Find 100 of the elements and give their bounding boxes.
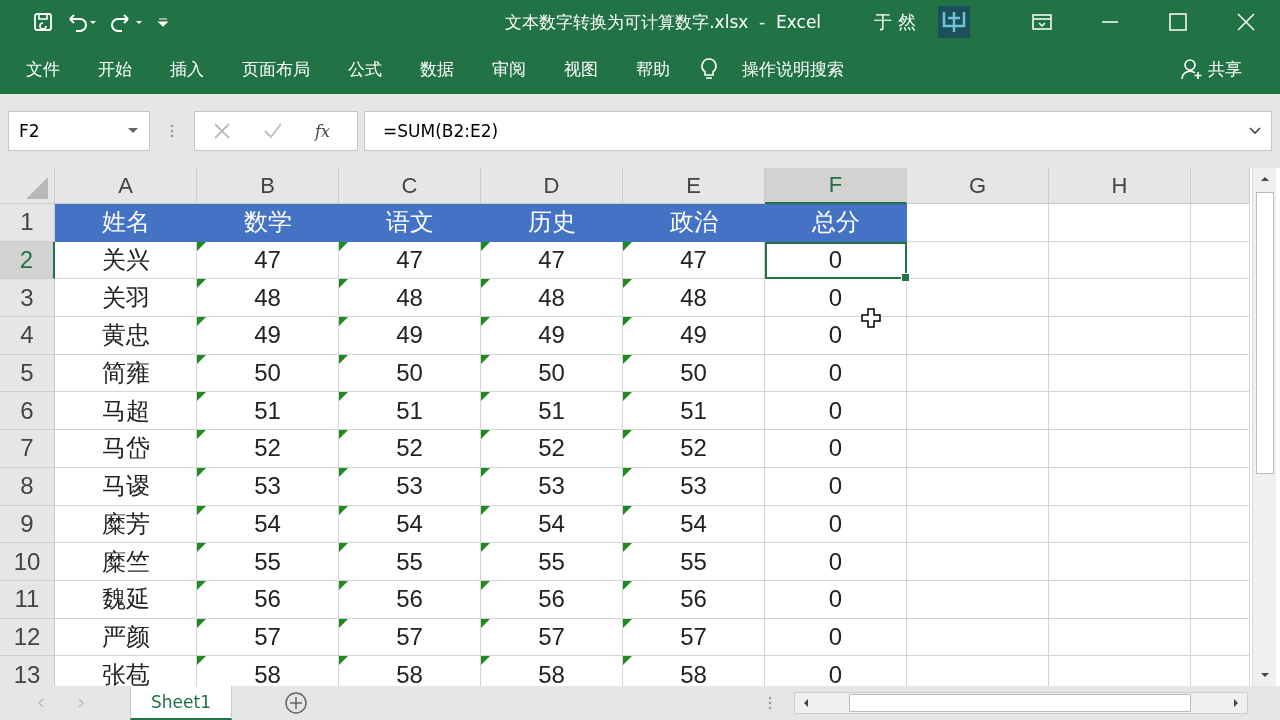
row-header[interactable]: 13 [0,656,55,686]
table-cell: 55 [197,543,339,581]
table-cell: 54 [623,505,765,544]
table-cell: 0 [765,467,907,506]
table-cell: 54 [481,505,623,544]
empty-cell [1191,279,1250,318]
tell-me-search[interactable]: 操作说明搜索 [728,57,858,81]
expand-caret-icon[interactable] [1249,127,1261,135]
table-cell: 57 [623,618,765,657]
row-header[interactable]: 5 [0,354,55,393]
table-cell: 严颜 [55,618,197,657]
ribbon-display-icon[interactable] [1032,13,1052,31]
row-header[interactable]: 6 [0,392,55,431]
table-cell: 51 [197,392,339,431]
table-cell: 47 [481,241,623,280]
table-cell: 56 [339,580,481,619]
table-cell: 0 [765,392,907,431]
share-button[interactable]: 共享 [1204,57,1256,81]
fill-handle[interactable] [901,273,910,283]
horizontal-scrollbar[interactable] [794,692,1248,714]
table-cell: 简雍 [55,354,197,393]
grip-icon [170,123,174,139]
table-cell: 53 [623,467,765,506]
table-cell: 53 [339,467,481,506]
empty-cell [1191,392,1250,431]
empty-cell [1191,580,1250,619]
name-box[interactable]: F2 [8,111,150,151]
table-cell: 51 [339,392,481,431]
check-icon[interactable] [263,122,283,140]
row-header[interactable]: 2 [0,241,55,280]
table-cell: 49 [339,317,481,355]
table-cell: 47 [197,241,339,280]
empty-cell [1191,204,1250,242]
table-cell: 0 [765,580,907,619]
column-header[interactable]: G [907,168,1049,204]
ribbon-tab[interactable]: 文件 [12,57,74,81]
ribbon-tab[interactable]: 开始 [84,57,146,81]
table-cell: 49 [623,317,765,355]
table-cell: 48 [481,279,623,318]
grip-icon [768,695,772,711]
ribbon-tab[interactable]: 视图 [550,57,612,81]
close-icon[interactable] [1236,13,1256,31]
table-cell: 总分 [765,204,907,242]
table-cell: 糜竺 [55,543,197,581]
formula-field[interactable]: =SUM(B2:E2) [364,111,1272,151]
table-cell: 57 [197,618,339,657]
row-header[interactable]: 10 [0,543,55,581]
person-icon[interactable] [1180,57,1204,81]
row-header[interactable]: 1 [0,204,55,242]
ribbon-tab[interactable]: 帮助 [622,57,684,81]
add-sheet-icon[interactable] [284,691,308,715]
empty-cell [1191,317,1250,355]
row-header[interactable]: 3 [0,279,55,318]
table-cell: 57 [481,618,623,657]
empty-cell [1191,618,1250,657]
table-cell: 语文 [339,204,481,242]
table-cell: 53 [481,467,623,506]
table-cell: 56 [623,580,765,619]
table-cell: 马谡 [55,467,197,506]
table-cell: 0 [765,618,907,657]
column-header[interactable]: F [765,168,907,204]
table-cell: 52 [481,430,623,468]
table-cell: 关羽 [55,279,197,318]
maximize-icon[interactable] [1168,13,1188,31]
insert-function-button[interactable]: fx [315,121,330,141]
table-cell: 47 [623,241,765,280]
row-header[interactable]: 9 [0,505,55,544]
sheet-tab[interactable]: Sheet1 [130,686,232,720]
row-header[interactable]: 11 [0,580,55,619]
ribbon-tab[interactable]: 数据 [406,57,468,81]
table-cell: 黄忠 [55,317,197,355]
row-header[interactable]: 4 [0,317,55,355]
table-cell: 49 [481,317,623,355]
table-cell: 51 [623,392,765,431]
table-cell: 55 [481,543,623,581]
ribbon-tab[interactable]: 公式 [334,57,396,81]
save-icon[interactable] [32,11,54,33]
column-header[interactable]: H [1049,168,1191,204]
ribbon-tab[interactable]: 页面布局 [228,57,324,81]
table-cell: 57 [339,618,481,657]
window-title: 文本数字转换为可计算数字.xlsx - Excel [504,10,823,34]
table-cell: 52 [197,430,339,468]
table-cell: 政治 [623,204,765,242]
row-header[interactable]: 8 [0,467,55,506]
table-cell: 魏延 [55,580,197,619]
table-cell: 50 [481,354,623,393]
table-cell: 马岱 [55,430,197,468]
table-cell: 52 [339,430,481,468]
ribbon-tab[interactable]: 审阅 [478,57,540,81]
row-header[interactable]: 12 [0,618,55,657]
vertical-scrollbar[interactable] [1252,168,1276,686]
empty-cell [1191,505,1250,544]
table-cell: 55 [339,543,481,581]
table-cell: 55 [623,543,765,581]
ribbon-tab[interactable]: 插入 [156,57,218,81]
table-cell: 糜芳 [55,505,197,544]
row-header[interactable]: 7 [0,430,55,468]
dropdown-caret-icon[interactable] [127,127,139,135]
table-cell: 48 [623,279,765,318]
table-cell: 马超 [55,392,197,431]
